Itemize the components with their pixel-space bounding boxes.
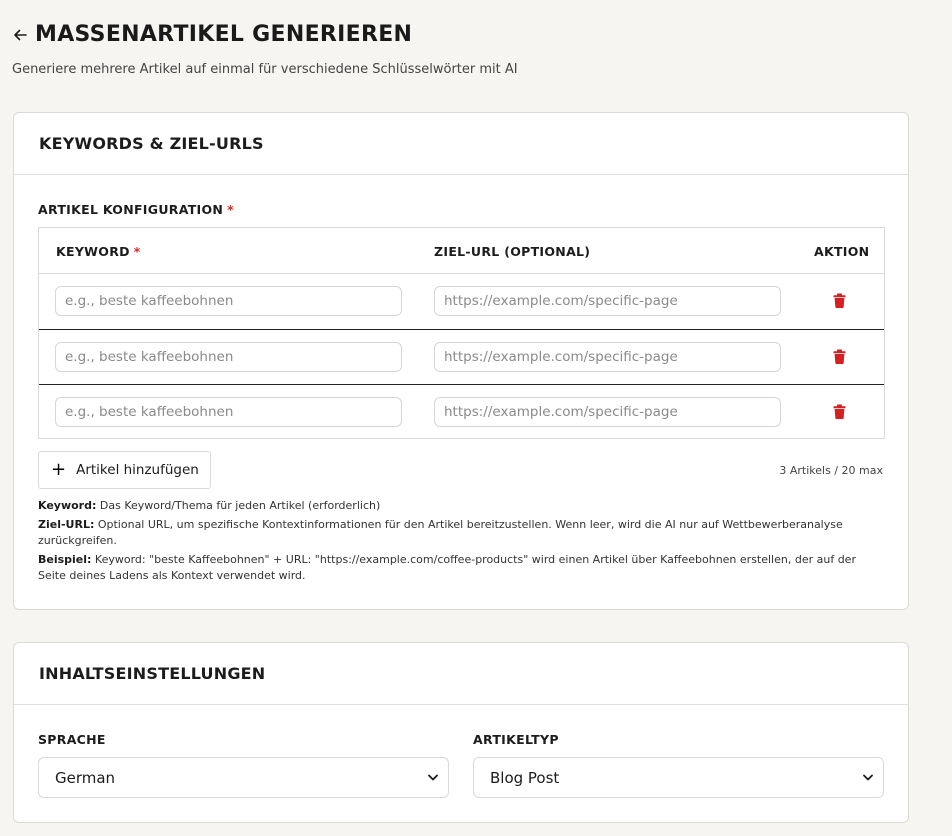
- page-subtitle: Generiere mehrere Artikel auf einmal für…: [12, 62, 518, 77]
- note-example-label: Beispiel:: [38, 553, 92, 566]
- article-type-label: ARTIKELTYP: [473, 732, 559, 747]
- table-row: [39, 329, 884, 384]
- article-count: 3 Artikels / 20 max: [779, 464, 883, 477]
- language-select-value: German: [55, 768, 116, 787]
- keywords-card-header: KEYWORDS & ZIEL-URLS: [14, 113, 908, 175]
- content-settings-title: INHALTSEINSTELLUNGEN: [39, 664, 266, 683]
- article-config-label-text: ARTIKEL KONFIGURATION: [38, 202, 224, 217]
- note-url: Ziel-URL: Optional URL, um spezifische K…: [38, 517, 878, 549]
- keywords-card-title: KEYWORDS & ZIEL-URLS: [39, 134, 264, 153]
- required-mark: *: [133, 244, 141, 259]
- trash-icon[interactable]: [833, 404, 846, 419]
- table-header: KEYWORD * ZIEL-URL (OPTIONAL) AKTION: [39, 228, 884, 274]
- col-header-keyword-text: KEYWORD: [56, 244, 130, 259]
- help-notes: Keyword: Das Keyword/Thema für jeden Art…: [38, 498, 878, 587]
- target-url-input[interactable]: [434, 342, 781, 372]
- note-example-text: Keyword: "beste Kaffeebohnen" + URL: "ht…: [38, 553, 856, 582]
- note-url-text: Optional URL, um spezifische Kontextinfo…: [38, 518, 843, 547]
- note-keyword: Keyword: Das Keyword/Thema für jeden Art…: [38, 498, 878, 514]
- note-keyword-text: Das Keyword/Thema für jeden Artikel (erf…: [96, 499, 381, 512]
- col-header-action: AKTION: [814, 244, 870, 259]
- arrow-left-icon[interactable]: [12, 27, 28, 43]
- keywords-card: KEYWORDS & ZIEL-URLS ARTIKEL KONFIGURATI…: [13, 112, 909, 610]
- note-url-label: Ziel-URL:: [38, 518, 95, 531]
- title-row: MASSENARTIKEL GENERIEREN: [12, 22, 518, 47]
- article-config-label: ARTIKEL KONFIGURATION *: [38, 202, 234, 217]
- keyword-input[interactable]: [55, 342, 402, 372]
- language-select[interactable]: German: [38, 757, 449, 798]
- target-url-input[interactable]: [434, 397, 781, 427]
- required-mark: *: [227, 202, 235, 217]
- col-header-keyword: KEYWORD *: [56, 244, 141, 259]
- trash-icon[interactable]: [833, 349, 846, 364]
- add-article-button[interactable]: + Artikel hinzufügen: [38, 451, 211, 489]
- article-type-select-value: Blog Post: [490, 768, 560, 787]
- language-label: SPRACHE: [38, 732, 106, 747]
- content-settings-header: INHALTSEINSTELLUNGEN: [14, 643, 908, 705]
- col-header-url: ZIEL-URL (OPTIONAL): [434, 244, 591, 259]
- note-example: Beispiel: Keyword: "beste Kaffeebohnen" …: [38, 552, 878, 584]
- content-settings-card: INHALTSEINSTELLUNGEN SPRACHE German ARTI…: [13, 642, 909, 823]
- page-header: MASSENARTIKEL GENERIEREN Generiere mehre…: [12, 22, 518, 77]
- keywords-table: KEYWORD * ZIEL-URL (OPTIONAL) AKTION: [38, 227, 885, 439]
- chevron-down-icon: [428, 774, 438, 781]
- chevron-down-icon: [863, 774, 873, 781]
- page-title: MASSENARTIKEL GENERIEREN: [35, 22, 413, 47]
- add-article-label: Artikel hinzufügen: [76, 462, 199, 478]
- note-keyword-label: Keyword:: [38, 499, 97, 512]
- table-row: [39, 384, 884, 439]
- keyword-input[interactable]: [55, 397, 402, 427]
- plus-icon: +: [51, 459, 67, 480]
- trash-icon[interactable]: [833, 293, 846, 308]
- article-type-select[interactable]: Blog Post: [473, 757, 884, 798]
- keyword-input[interactable]: [55, 286, 402, 316]
- table-row: [39, 274, 884, 329]
- target-url-input[interactable]: [434, 286, 781, 316]
